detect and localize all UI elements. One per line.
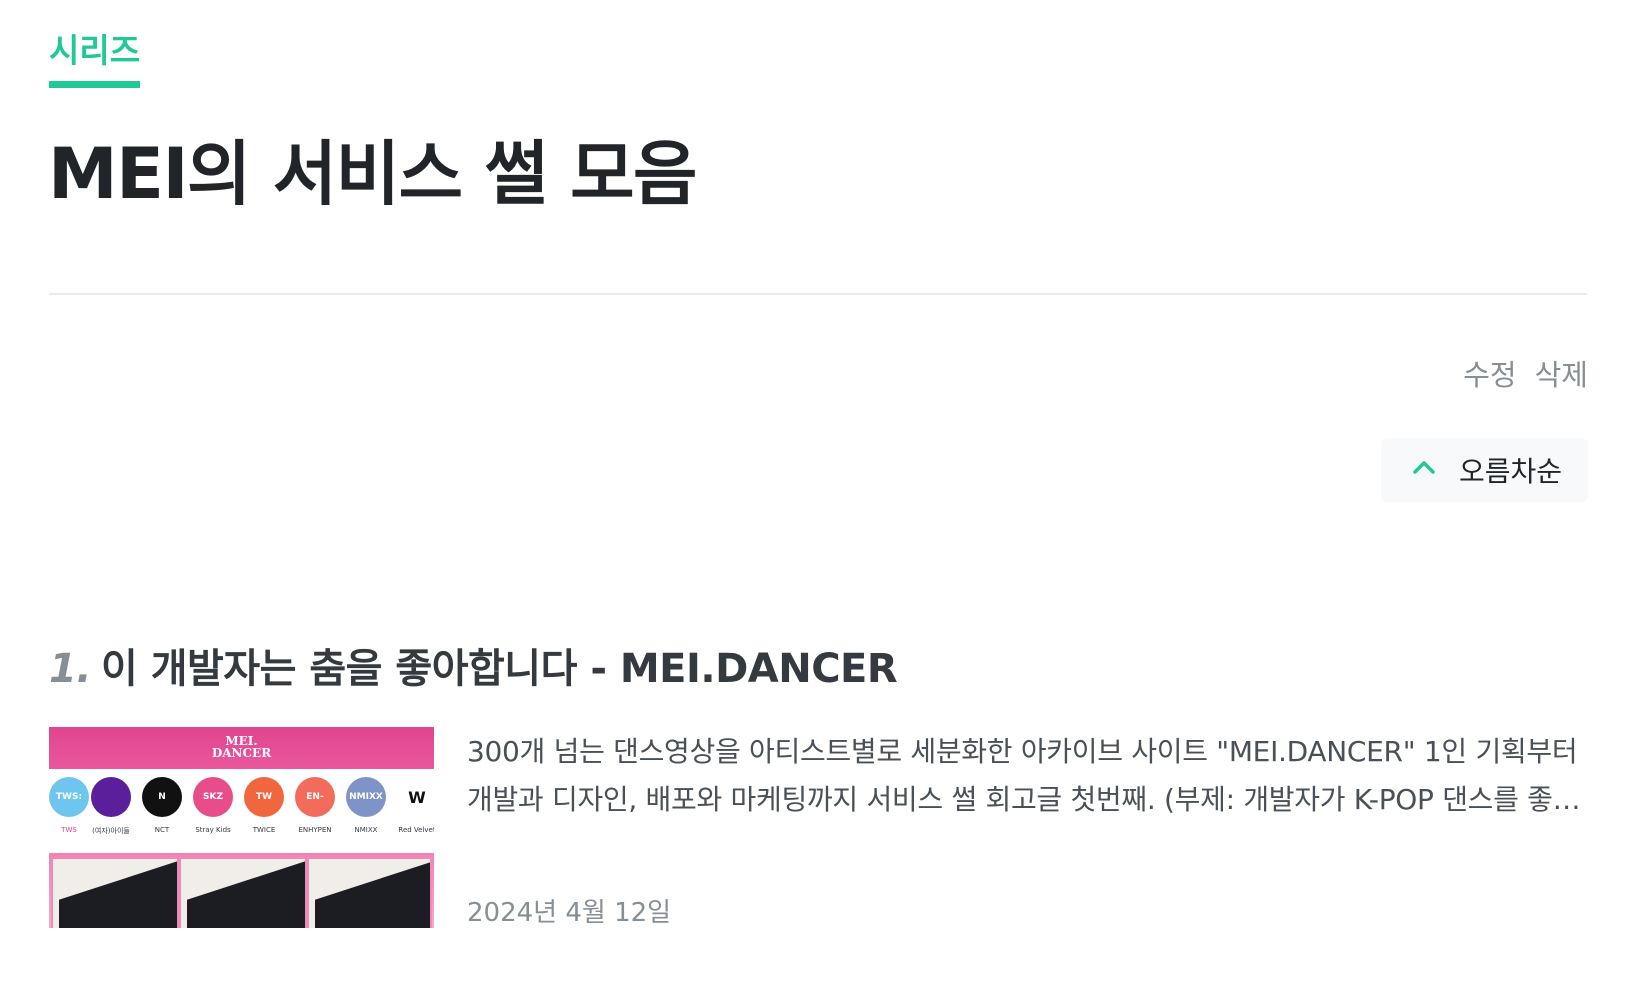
thumbnail-photo — [307, 857, 432, 928]
artist-badge: SKZ — [193, 777, 233, 817]
post-number: 1. — [49, 646, 92, 692]
series-tab[interactable]: 시리즈 — [49, 34, 141, 88]
post-date: 2024년 4월 12일 — [467, 898, 672, 928]
series-title: MEI의 서비스 썰 모음 — [48, 133, 697, 215]
delete-button[interactable]: 삭제 — [1535, 352, 1588, 394]
series-actions: 수정 삭제 — [1463, 352, 1588, 394]
sort-order-button[interactable]: 오름차순 — [1381, 438, 1588, 502]
thumbnail-logo: MEI. DANCER — [211, 734, 272, 760]
post-title[interactable]: 1. 이 개발자는 춤을 좋아합니다 - MEI.DANCER — [49, 636, 898, 694]
artist-badge: TW — [244, 777, 284, 817]
post-title-text: 이 개발자는 춤을 좋아합니다 - MEI.DANCER — [101, 646, 898, 692]
edit-button[interactable]: 수정 — [1463, 352, 1516, 394]
thumbnail-photo — [51, 857, 179, 928]
divider — [49, 293, 1587, 295]
sort-order-label: 오름차순 — [1459, 455, 1563, 488]
post-excerpt: 300개 넘는 댄스영상을 아티스트별로 세분화한 아카이브 사이트 "MEI.… — [467, 735, 1579, 816]
artist-badge: EN- — [295, 777, 335, 817]
artist-badge: NMIXX — [346, 777, 386, 817]
artist-badge — [91, 777, 131, 817]
thumbnail-photo — [179, 857, 307, 928]
series-page: 시리즈 MEI의 서비스 썰 모음 수정 삭제 오름차순 1. 이 개발자는 춤을… — [0, 0, 1626, 988]
artist-item: W Red Velvet — [387, 777, 434, 834]
artist-badge: N — [142, 777, 182, 817]
artist-badge: W — [397, 777, 434, 817]
chevron-up-icon — [1409, 452, 1439, 489]
post-thumbnail[interactable]: MEI. DANCER TWS: TWS (여자)아이들 N NCT SKZ S… — [49, 727, 434, 928]
